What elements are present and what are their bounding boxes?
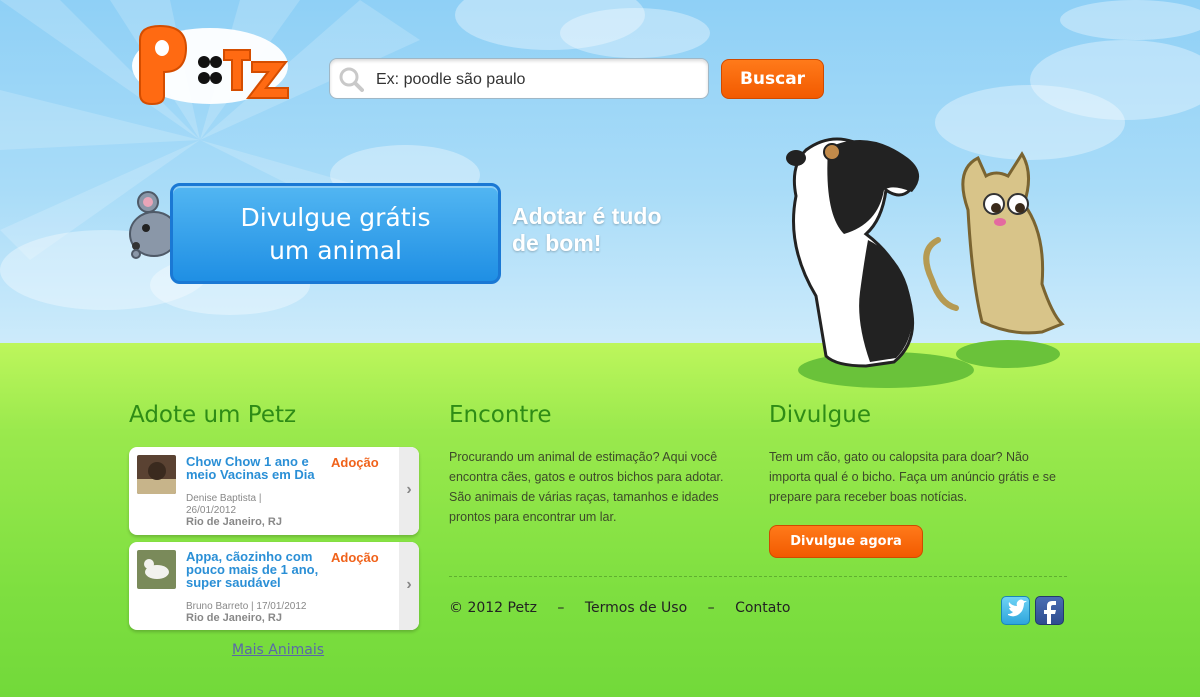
more-animals-link[interactable]: Mais Animais	[232, 642, 324, 658]
promo-publish-button[interactable]: Divulgue grátis um animal	[170, 183, 501, 284]
adoption-tag: Adoção	[331, 550, 379, 565]
animal-thumbnail[interactable]	[137, 455, 176, 494]
footer: © 2012 Petz – Termos de Uso – Contato	[449, 600, 790, 616]
search-button[interactable]: Buscar	[721, 59, 824, 99]
search-box	[329, 58, 709, 99]
animal-card-author: Denise Baptista |	[186, 493, 262, 504]
twitter-icon[interactable]	[1001, 596, 1030, 625]
copyright: © 2012 Petz	[449, 600, 537, 616]
animal-card-title[interactable]: Appa, cãozinho com pouco mais de 1 ano, …	[186, 550, 324, 589]
encontre-text: Procurando um animal de estimação? Aqui …	[449, 450, 724, 524]
dog-and-cat-illustration	[768, 130, 1068, 392]
publish-now-button[interactable]: Divulgue agora	[769, 525, 923, 558]
hero-tagline: Adotar é tudo de bom!	[512, 203, 712, 257]
encontre-section-title: Encontre	[449, 402, 552, 428]
terms-link[interactable]: Termos de Uso	[585, 600, 687, 616]
animal-card-location: Rio de Janeiro, RJ	[186, 612, 282, 624]
facebook-icon[interactable]	[1035, 596, 1064, 625]
animal-card-title[interactable]: Chow Chow 1 ano e meio Vacinas em Dia	[186, 455, 324, 481]
animal-card-location: Rio de Janeiro, RJ	[186, 516, 282, 528]
tagline-line-2: de bom!	[512, 230, 602, 256]
animal-card[interactable]: Chow Chow 1 ano e meio Vacinas em Dia Ad…	[129, 447, 419, 535]
animal-thumbnail[interactable]	[137, 550, 176, 589]
adote-section-title: Adote um Petz	[129, 402, 297, 428]
footer-divider	[449, 576, 1067, 577]
chevron-right-icon[interactable]: ›	[399, 447, 419, 535]
contact-link[interactable]: Contato	[735, 600, 790, 616]
promo-line-2: um animal	[269, 235, 402, 265]
promo-line-1: Divulgue grátis	[240, 202, 431, 232]
petz-logo[interactable]	[130, 22, 292, 106]
search-input[interactable]	[374, 67, 698, 93]
footer-separator: –	[707, 600, 715, 616]
divulgue-section-title: Divulgue	[769, 402, 872, 428]
animal-card[interactable]: Appa, cãozinho com pouco mais de 1 ano, …	[129, 542, 419, 630]
mouse-illustration	[128, 188, 179, 272]
divulgue-text: Tem um cão, gato ou calopsita para doar?…	[769, 450, 1056, 504]
footer-separator: –	[557, 600, 565, 616]
adoption-tag: Adoção	[331, 455, 379, 470]
search-icon	[339, 67, 364, 92]
tagline-line-1: Adotar é tudo	[512, 203, 662, 229]
chevron-right-icon[interactable]: ›	[399, 542, 419, 630]
